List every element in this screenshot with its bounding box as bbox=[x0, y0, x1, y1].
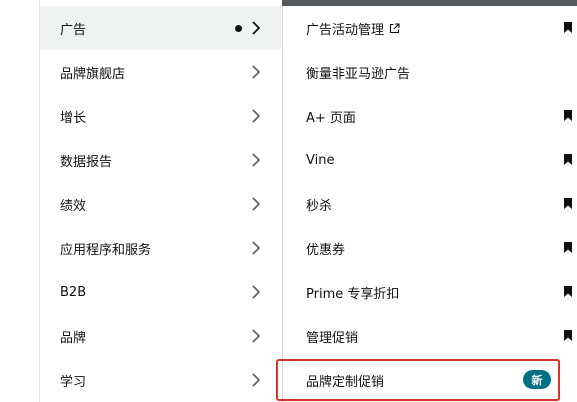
menu-item-brand[interactable]: 品牌 bbox=[40, 314, 281, 358]
chevron-right-icon bbox=[252, 153, 261, 167]
menu-item-apps-services[interactable]: 应用程序和服务 bbox=[40, 226, 281, 270]
chevron-right-icon bbox=[252, 21, 261, 35]
menu-item-label: 学习 bbox=[60, 374, 87, 390]
submenu-item-a-plus[interactable]: A+ 页面 bbox=[283, 94, 577, 138]
menu-item-advertising[interactable]: 广告 bbox=[40, 6, 281, 50]
menu-item-learn[interactable]: 学习 bbox=[40, 358, 281, 402]
submenu-item-label: 衡量非亚马逊广告 bbox=[306, 66, 411, 82]
bookmark-icon[interactable] bbox=[564, 198, 572, 209]
chevron-right-icon bbox=[252, 197, 261, 211]
submenu-item-coupons[interactable]: 优惠券 bbox=[283, 226, 577, 270]
menu-item-label: 绩效 bbox=[60, 198, 87, 214]
bookmark-icon[interactable] bbox=[564, 330, 572, 341]
submenu-item-prime-discounts[interactable]: Prime 专享折扣 bbox=[283, 270, 577, 314]
submenu-item-label: Vine bbox=[306, 152, 335, 168]
submenu-item-label: 广告活动管理 bbox=[306, 22, 385, 38]
chevron-right-icon bbox=[252, 65, 261, 79]
bookmark-icon[interactable] bbox=[564, 22, 572, 33]
menu-item-label: 品牌 bbox=[60, 330, 87, 346]
submenu-item-vine[interactable]: Vine bbox=[283, 138, 577, 182]
submenu-item-non-amazon-ads[interactable]: 衡量非亚马逊广告 bbox=[283, 50, 577, 94]
submenu-item-label: 秒杀 bbox=[306, 198, 333, 214]
chevron-right-icon bbox=[252, 285, 261, 299]
menu-item-growth[interactable]: 增长 bbox=[40, 94, 281, 138]
new-badge: 新 bbox=[523, 370, 551, 389]
menu-item-performance[interactable]: 绩效 bbox=[40, 182, 281, 226]
highlight-annotation-box bbox=[276, 359, 560, 401]
menu-item-label: 增长 bbox=[60, 110, 87, 126]
background-strip bbox=[0, 0, 40, 402]
bookmark-icon[interactable] bbox=[564, 110, 572, 121]
menu-item-b2b[interactable]: B2B bbox=[40, 270, 281, 314]
chevron-right-icon bbox=[252, 109, 261, 123]
submenu-item-label: Prime 专享折扣 bbox=[306, 286, 400, 302]
advertising-submenu: 广告活动管理 衡量非亚马逊广告 A+ 页面 Vine 秒杀 优惠券 Prime … bbox=[282, 6, 577, 402]
primary-menu: 广告 品牌旗舰店 增长 数据报告 绩效 应用程序和服务 B2B 品牌 学习 bbox=[40, 6, 281, 402]
submenu-item-manage-promotions[interactable]: 管理促销 bbox=[283, 314, 577, 358]
submenu-item-label: 管理促销 bbox=[306, 330, 359, 346]
submenu-item-campaign-manager[interactable]: 广告活动管理 bbox=[283, 6, 577, 50]
submenu-item-label: 优惠券 bbox=[306, 242, 346, 258]
bookmark-icon[interactable] bbox=[564, 242, 572, 253]
menu-item-label: 应用程序和服务 bbox=[60, 242, 152, 258]
chevron-right-icon bbox=[252, 329, 261, 343]
external-link-icon bbox=[389, 22, 400, 33]
submenu-item-label: A+ 页面 bbox=[306, 110, 356, 126]
menu-item-label: B2B bbox=[60, 284, 87, 300]
menu-item-label: 数据报告 bbox=[60, 154, 113, 170]
submenu-item-lightning-deals[interactable]: 秒杀 bbox=[283, 182, 577, 226]
active-dot-icon bbox=[235, 25, 242, 32]
chevron-right-icon bbox=[252, 373, 261, 387]
menu-item-label: 品牌旗舰店 bbox=[60, 66, 126, 82]
bookmark-icon[interactable] bbox=[564, 286, 572, 297]
menu-item-label: 广告 bbox=[60, 22, 87, 38]
chevron-right-icon bbox=[252, 241, 261, 255]
menu-item-reports[interactable]: 数据报告 bbox=[40, 138, 281, 182]
menu-item-brand-store[interactable]: 品牌旗舰店 bbox=[40, 50, 281, 94]
bookmark-icon[interactable] bbox=[564, 154, 572, 165]
